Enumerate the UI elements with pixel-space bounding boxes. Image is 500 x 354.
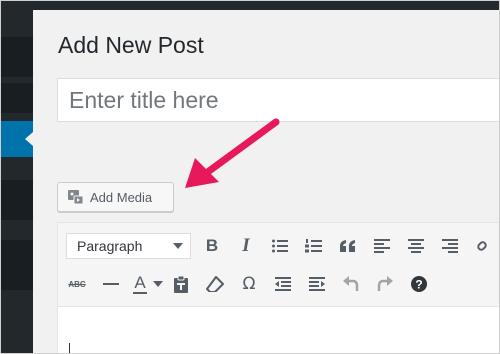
horizontal-line-icon xyxy=(103,283,119,285)
redo-button[interactable] xyxy=(368,270,402,298)
indent-button[interactable] xyxy=(300,270,334,298)
undo-icon xyxy=(343,276,359,291)
bold-button[interactable]: B xyxy=(195,232,229,260)
numbered-list-button[interactable] xyxy=(297,232,331,260)
align-left-icon xyxy=(374,239,390,253)
media-icon xyxy=(67,188,85,206)
link-button[interactable] xyxy=(467,232,499,260)
strikethrough-button[interactable]: ABC xyxy=(60,270,94,298)
paste-as-text-button[interactable] xyxy=(164,270,198,298)
sidebar-menu-item[interactable] xyxy=(1,83,33,113)
indent-icon xyxy=(309,277,325,291)
screenshot-frame: Add New Post Add Media Paragraph xyxy=(0,0,500,354)
text-color-icon: A xyxy=(134,272,146,292)
redo-icon xyxy=(377,276,393,291)
text-color-button[interactable]: A xyxy=(128,270,152,298)
special-character-button[interactable]: Ω xyxy=(232,270,266,298)
bold-icon: B xyxy=(205,236,219,255)
clipboard-icon xyxy=(174,275,188,293)
text-color-swatch xyxy=(133,291,147,294)
svg-text:?: ? xyxy=(415,278,422,292)
horizontal-line-button[interactable] xyxy=(94,270,128,298)
add-media-label: Add Media xyxy=(90,189,153,205)
undo-button[interactable] xyxy=(334,270,368,298)
help-button[interactable]: ? xyxy=(402,270,436,298)
editor-toolbar-row-2: ABC A Ω ? xyxy=(58,265,436,303)
annotation-arrow xyxy=(185,118,280,188)
text-cursor xyxy=(69,343,70,353)
italic-button[interactable]: I xyxy=(229,232,263,260)
editor-toolbar-row-1: Paragraph B I xyxy=(58,227,499,265)
sidebar-menu-item[interactable] xyxy=(1,37,33,77)
bulleted-list-button[interactable] xyxy=(263,232,297,260)
admin-sidebar xyxy=(1,10,33,353)
omega-icon: Ω xyxy=(242,274,256,294)
eraser-icon xyxy=(206,276,224,292)
blockquote-button[interactable] xyxy=(331,232,365,260)
sidebar-item-posts-active[interactable] xyxy=(1,121,33,157)
outdent-icon xyxy=(275,277,291,291)
chevron-down-icon xyxy=(173,243,183,249)
format-select[interactable]: Paragraph xyxy=(66,233,191,259)
link-icon xyxy=(477,241,487,251)
bulleted-list-icon xyxy=(272,239,288,253)
add-media-button[interactable]: Add Media xyxy=(57,182,174,212)
strikethrough-icon: ABC xyxy=(68,279,86,289)
post-editor: Paragraph B I ABC A Ω ? xyxy=(57,222,499,353)
post-title-input[interactable] xyxy=(57,78,499,122)
align-center-icon xyxy=(408,239,424,253)
sidebar-menu-item[interactable] xyxy=(1,240,33,290)
chevron-down-icon xyxy=(153,281,163,287)
quote-icon xyxy=(340,240,355,252)
clear-formatting-button[interactable] xyxy=(198,270,232,298)
align-center-button[interactable] xyxy=(399,232,433,260)
outdent-button[interactable] xyxy=(266,270,300,298)
admin-top-bar xyxy=(1,1,499,10)
main-content: Add New Post Add Media Paragraph xyxy=(33,10,499,353)
align-right-icon xyxy=(442,239,458,253)
numbered-list-icon xyxy=(305,239,322,253)
align-right-button[interactable] xyxy=(433,232,467,260)
editor-content-area[interactable] xyxy=(58,306,499,353)
italic-icon: I xyxy=(242,235,250,256)
align-left-button[interactable] xyxy=(365,232,399,260)
page-title: Add New Post xyxy=(58,32,204,58)
sidebar-menu-item[interactable] xyxy=(1,180,33,220)
format-select-value: Paragraph xyxy=(77,238,143,254)
text-color-dropdown[interactable] xyxy=(152,270,164,298)
help-icon: ? xyxy=(411,276,427,292)
